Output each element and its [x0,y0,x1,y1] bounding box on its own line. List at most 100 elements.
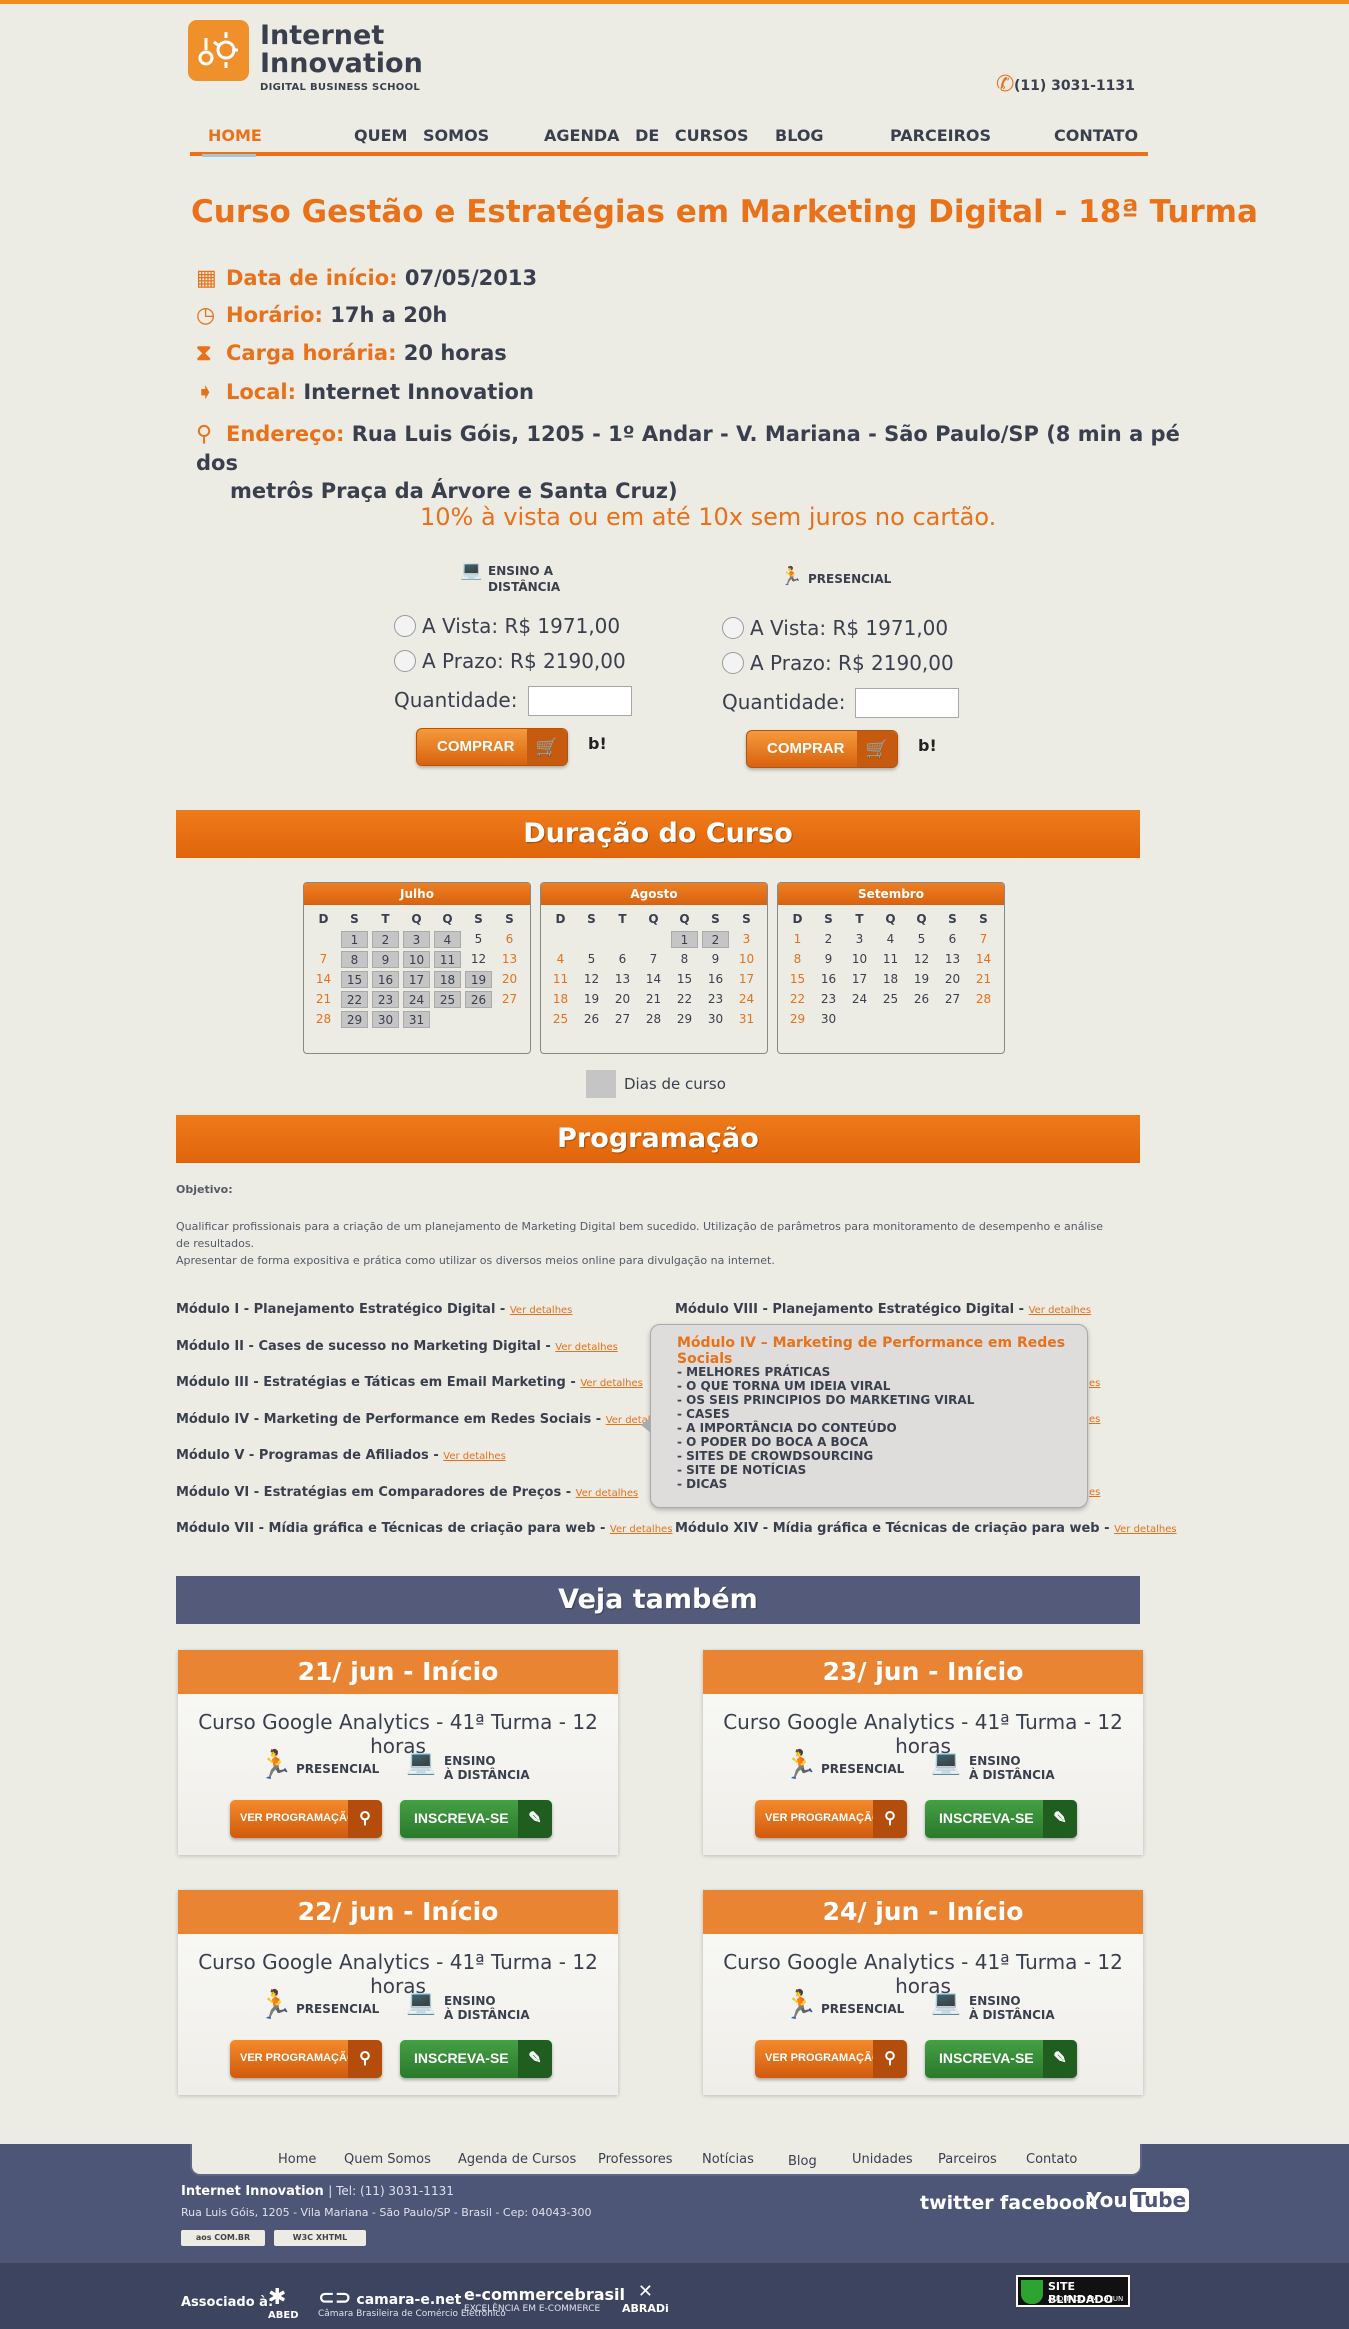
module-item[interactable]: Módulo IV - Marketing de Performance em … [176,1412,668,1427]
person-running-icon: 🏃 [780,566,803,587]
ead-prazo-radio[interactable] [394,650,416,672]
calendar-day: 26 [913,992,930,1006]
details-link[interactable]: Ver detalhes [443,1451,506,1462]
footer-partners-bar: Associado à: ✱ ABED ⊂⊃ camara-e.net Câmara… [0,2263,1349,2329]
calendar-weekday: D [318,912,329,926]
footer-link-quem-somos[interactable]: Quem Somos [344,2152,431,2167]
calendar-day: 27 [614,1012,631,1026]
inscreva-se-button[interactable]: INSCREVA-SE ✎ [400,1800,552,1838]
nav-quem-somos[interactable]: QUEM SOMOS [354,126,489,145]
info-workload: ⧗ Carga horária: 20 horas [196,341,507,366]
badge-aos[interactable]: aos COM.BR [181,2230,265,2246]
card-course: Curso Google Analytics - 41ª Turma - 12 … [723,1710,1123,1758]
nav-agenda[interactable]: AGENDA DE CURSOS [544,126,749,145]
calendar-day: 29 [341,1011,368,1028]
calendar-day: 16 [372,971,399,988]
calendar-day: 24 [403,991,430,1008]
calendar-day: 1 [341,931,368,948]
footer-link-contato[interactable]: Contato [1026,2152,1077,2167]
footer-link-parceiros[interactable]: Parceiros [938,2152,997,2167]
card-date: 24/ jun - Início [703,1890,1143,1934]
info-address: ⚲ Endereço: Rua Luis Góis, 1205 - 1º Anda… [196,422,1180,503]
presencial-prazo-radio[interactable] [722,652,744,674]
nav-blog[interactable]: BLOG [775,126,824,145]
details-link[interactable]: Ver detalhes [1029,1305,1092,1316]
badge-w3c[interactable]: W3C XHTML [274,2230,366,2246]
inscreva-se-button[interactable]: INSCREVA-SE ✎ [400,2040,552,2078]
nav-home[interactable]: HOME [208,126,262,145]
presencial-prazo-option[interactable]: A Prazo: R$ 2190,00 [722,651,954,675]
calendar-day: 30 [372,1011,399,1028]
calendar-month-title: Julho [304,883,530,905]
logo[interactable]: Internet Innovation DIGITAL BUSINESS SCHO… [188,20,428,100]
presencial-buy-button[interactable]: COMPRAR 🛒 [746,730,898,768]
ver-programacao-button[interactable]: VER PROGRAMAÇÃO ⚲ [230,1800,382,1838]
site-blindado-badge[interactable]: SITE BLINDADO AUDITADO EM 19 JUN [1016,2275,1130,2307]
calendar-day: 21 [645,992,662,1006]
calendar-day: 2 [702,931,729,948]
twitter-link[interactable]: twitter [920,2192,994,2214]
footer-link-agenda[interactable]: Agenda de Cursos [458,2152,576,2167]
calendar-day: 21 [975,972,992,986]
module-item[interactable]: Módulo II - Cases de sucesso no Marketin… [176,1339,618,1354]
details-link[interactable]: Ver detalhes [580,1378,643,1389]
nav-contato[interactable]: CONTATO [1054,126,1138,145]
inscreva-se-button[interactable]: INSCREVA-SE ✎ [925,2040,1077,2078]
map-pin-icon: ⚲ [196,422,213,447]
details-link[interactable]: Ver detalhes [555,1342,618,1353]
calendar-day: 14 [645,972,662,986]
ver-programacao-button[interactable]: VER PROGRAMAÇÃO ⚲ [755,2040,907,2078]
partner-ecommercebrasil[interactable]: e-commercebrasil EXCELÊNCIA EM E-COMMERCE [464,2285,625,2314]
module-item[interactable]: Módulo VIII - Planejamento Estratégico D… [675,1302,1091,1317]
inscreva-se-button[interactable]: INSCREVA-SE ✎ [925,1800,1077,1838]
ead-qty-input[interactable] [528,686,632,716]
card-mode-presencial: PRESENCIAL [821,2002,905,2016]
details-link[interactable]: Ver detalhes [510,1305,573,1316]
calendar-day: 22 [789,992,806,1006]
partner-abradi[interactable]: ✕ ABRADi [622,2281,669,2315]
module-item[interactable]: Módulo III - Estratégias e Táticas em Em… [176,1375,643,1390]
footer-link-unidades[interactable]: Unidades [852,2152,913,2167]
calendar-day: 4 [556,952,565,966]
person-running-icon: 🏃 [258,1988,293,2021]
calendar-day: 12 [583,972,600,986]
ead-vista-radio[interactable] [394,615,416,637]
calendar-weekday: D [555,912,566,926]
objetivo-text-2: de resultados. [176,1237,255,1250]
module-item[interactable]: Módulo VI - Estratégias em Comparadores … [176,1485,638,1500]
module-item[interactable]: Módulo V - Programas de Afiliados - Ver … [176,1448,506,1463]
bcash-logo[interactable]: b! [918,736,937,755]
calendar-day: 12 [913,952,930,966]
details-link[interactable]: Ver detalhes [576,1488,639,1499]
course-card: 21/ jun - Início Curso Google Analytics -… [178,1650,618,1855]
ver-programacao-button[interactable]: VER PROGRAMAÇÃO ⚲ [755,1800,907,1838]
hidden-details-link[interactable]: es [1089,1414,1100,1425]
hidden-details-link[interactable]: es [1089,1487,1100,1498]
footer-link-blog[interactable]: Blog [788,2154,817,2169]
module-item[interactable]: Módulo VII - Mídia gráfica e Técnicas de… [176,1521,672,1536]
hidden-details-link[interactable]: es [1089,1378,1100,1389]
partner-abed[interactable]: ✱ ABED [268,2285,299,2321]
youtube-link[interactable]: You Tube [1087,2188,1190,2212]
presencial-qty-input[interactable] [855,688,959,718]
card-course: Curso Google Analytics - 41ª Turma - 12 … [198,1710,598,1758]
ead-prazo-option[interactable]: A Prazo: R$ 2190,00 [394,649,626,673]
calendar-day: 31 [403,1011,430,1028]
ver-programacao-button[interactable]: VER PROGRAMAÇÃO ⚲ [230,2040,382,2078]
footer-link-professores[interactable]: Professores [598,2152,673,2167]
ead-buy-button[interactable]: COMPRAR 🛒 [416,728,568,766]
footer-link-noticias[interactable]: Notícias [702,2152,754,2167]
presencial-vista-option[interactable]: A Vista: R$ 1971,00 [722,616,948,640]
card-mode-ead: ENSINO À DISTÂNCIA [444,1754,530,1782]
presencial-vista-radio[interactable] [722,617,744,639]
footer-link-home[interactable]: Home [278,2152,316,2167]
ead-vista-option[interactable]: A Vista: R$ 1971,00 [394,614,620,638]
facebook-link[interactable]: facebook [1000,2192,1098,2214]
details-link[interactable]: Ver detalhes [610,1524,673,1535]
bcash-logo[interactable]: b! [588,734,607,753]
details-link[interactable]: Ver detalhes [1114,1524,1177,1535]
calendar-day: 8 [341,951,368,968]
nav-parceiros[interactable]: PARCEIROS [890,126,991,145]
module-item[interactable]: Módulo XIV - Mídia gráfica e Técnicas de… [675,1521,1177,1536]
module-item[interactable]: Módulo I - Planejamento Estratégico Digi… [176,1302,572,1317]
